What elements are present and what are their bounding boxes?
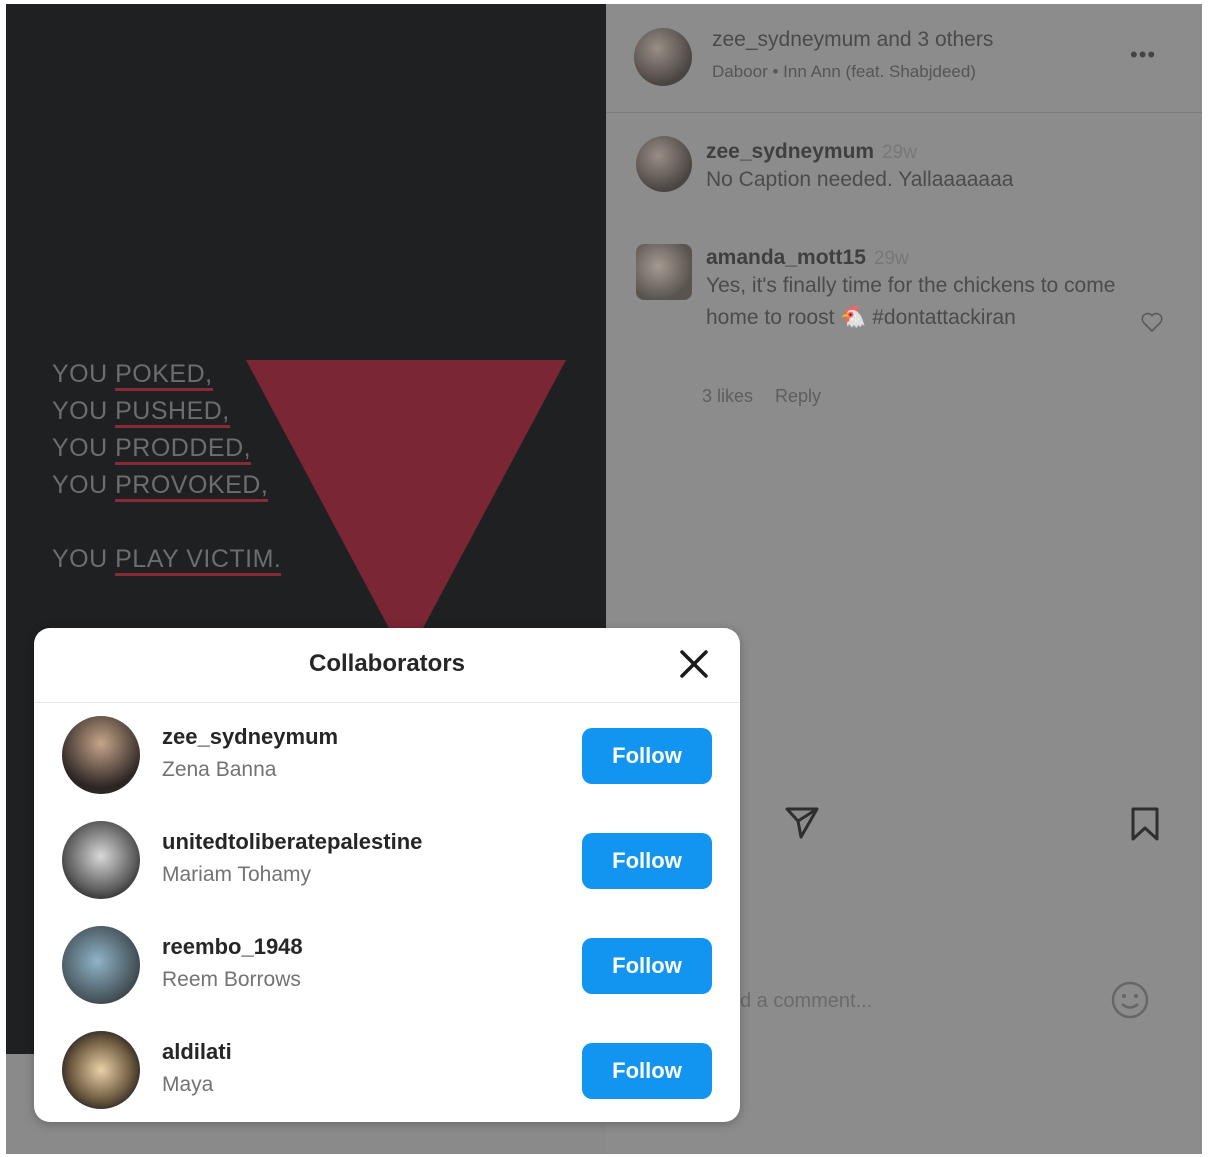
collaborator-username[interactable]: aldilati [162, 1039, 232, 1065]
poster-line: YOU PUSHED, [52, 393, 281, 430]
comment-avatar[interactable] [636, 244, 692, 300]
follow-button[interactable]: Follow [582, 1043, 712, 1099]
poster-line: YOU POKED, [52, 356, 281, 393]
collaborator-name: Zena Banna [162, 758, 277, 781]
collaborator-row: reembo_1948 Reem Borrows Follow [34, 926, 740, 1016]
collaborator-row: unitedtoliberatepalestine Mariam Tohamy … [34, 821, 740, 911]
comment-text: No Caption needed. Yallaaaaaaa [706, 168, 1014, 191]
emoji-icon[interactable] [1110, 980, 1150, 1020]
comment-username[interactable]: amanda_mott15 [706, 246, 866, 269]
poster-line: YOU PRODDED, [52, 430, 281, 467]
post-audio-label[interactable]: Daboor • Inn Ann (feat. Shabjdeed) [712, 62, 976, 82]
comment-username[interactable]: zee_sydneymum [706, 140, 874, 163]
collaborator-username[interactable]: unitedtoliberatepalestine [162, 829, 422, 855]
red-triangle-graphic [246, 360, 566, 660]
more-options-icon[interactable]: ••• [1130, 42, 1156, 68]
collaborator-username[interactable]: reembo_1948 [162, 934, 303, 960]
header-divider [606, 112, 1202, 113]
avatar[interactable] [62, 821, 140, 899]
comment: amanda_mott15 29w Yes, it's finally time … [706, 246, 1126, 334]
comment-text: Yes, it's finally time for the chickens … [706, 274, 1116, 329]
comment-time: 29w [873, 248, 909, 269]
collaborators-modal: Collaborators zee_sydneymum Zena Banna F… [34, 628, 740, 1122]
poster-text: YOU POKED, YOU PUSHED, YOU PRODDED, YOU PRO… [52, 356, 282, 578]
poster-spacer [52, 504, 281, 541]
collaborator-row: zee_sydneymum Zena Banna Follow [34, 716, 740, 806]
reply-button[interactable]: Reply [775, 386, 821, 406]
follow-button[interactable]: Follow [582, 728, 712, 784]
poster-line: YOU PLAY VICTIM. [52, 541, 282, 578]
modal-title: Collaborators [308, 650, 466, 677]
heart-icon[interactable] [1140, 310, 1164, 334]
close-icon[interactable] [674, 644, 714, 684]
collaborator-name: Maya [162, 1073, 214, 1096]
collaborator-name: Reem Borrows [162, 968, 301, 991]
follow-button[interactable]: Follow [582, 938, 712, 994]
modal-divider [34, 702, 740, 703]
comment-meta: 3 likes Reply [702, 386, 843, 407]
share-icon[interactable] [784, 804, 820, 840]
comment-likes[interactable]: 3 likes [702, 386, 753, 406]
collaborator-username[interactable]: zee_sydneymum [162, 724, 338, 750]
avatar[interactable] [62, 926, 140, 1004]
collaborator-row: aldilati Maya Follow [34, 1031, 740, 1121]
comment-input[interactable]: d a comment... [740, 990, 872, 1013]
comment: zee_sydneymum 29w No Caption needed. Yall… [706, 140, 1013, 196]
post-author-avatar[interactable] [634, 28, 692, 86]
bookmark-icon[interactable] [1130, 806, 1160, 842]
comment-avatar[interactable] [636, 136, 692, 192]
comment-time: 29w [882, 142, 917, 163]
post-author-username[interactable]: zee_sydneymum and 3 others [712, 28, 993, 52]
avatar[interactable] [62, 1031, 140, 1109]
collaborator-name: Mariam Tohamy [162, 863, 311, 886]
avatar[interactable] [62, 716, 140, 794]
follow-button[interactable]: Follow [582, 833, 712, 889]
poster-line: YOU PROVOKED, [52, 467, 281, 504]
